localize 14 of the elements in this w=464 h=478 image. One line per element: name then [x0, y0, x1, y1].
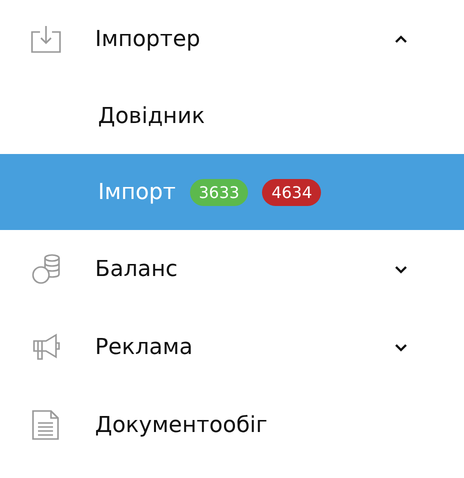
submenu-item[interactable]: Довідник: [0, 78, 464, 154]
submenu-label: Імпорт: [98, 180, 176, 204]
menu-item[interactable]: Імпортер: [0, 0, 464, 78]
count-badge: 3633: [190, 178, 248, 206]
coins-icon: [30, 253, 62, 285]
megaphone-icon: [30, 331, 62, 363]
document-icon: [30, 409, 62, 441]
download-tray-icon: [30, 23, 62, 55]
menu-item[interactable]: Реклама: [0, 308, 464, 386]
submenu-label: Довідник: [98, 104, 205, 128]
menu-item[interactable]: Баланс: [0, 230, 464, 308]
count-badge: 4634: [262, 178, 322, 206]
submenu-item[interactable]: Імпорт 3633 4634: [0, 154, 464, 230]
menu-item[interactable]: Документообіг: [0, 386, 464, 464]
